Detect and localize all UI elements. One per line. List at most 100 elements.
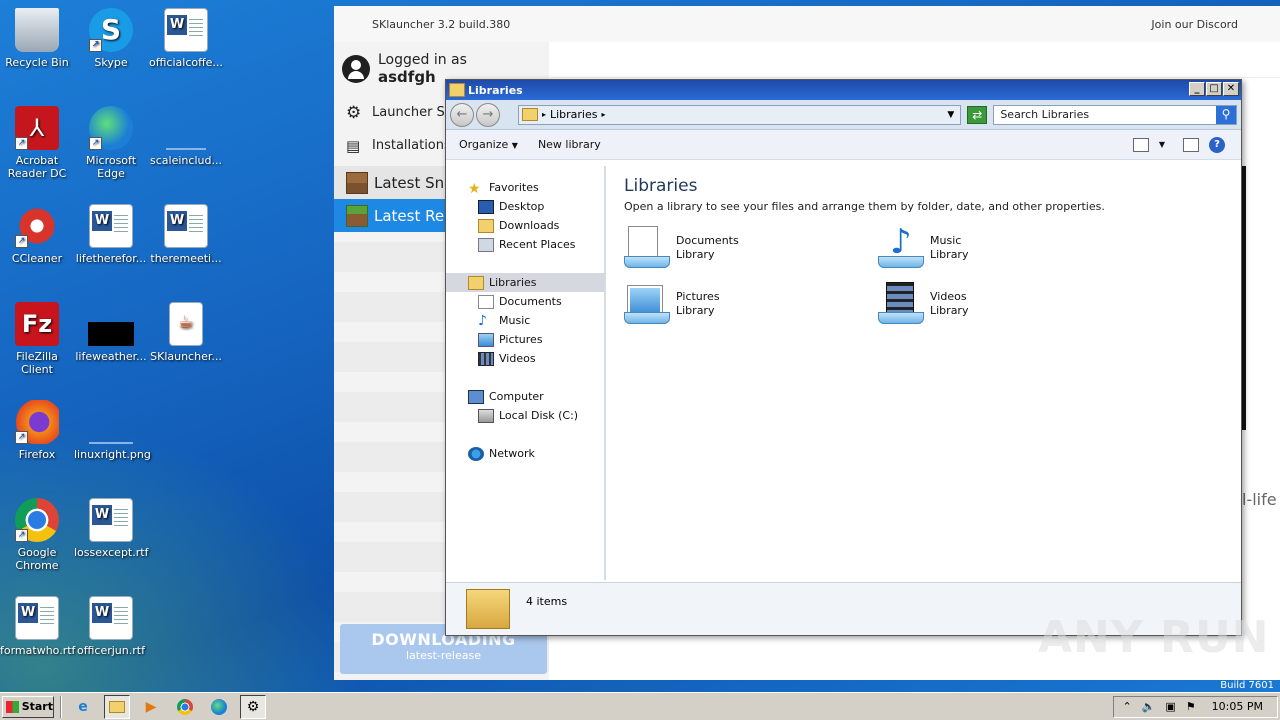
word-doc-icon	[164, 204, 208, 248]
nav-desktop[interactable]: Desktop	[446, 197, 604, 216]
clock[interactable]: 10:05 PM	[1212, 700, 1263, 713]
nav-documents[interactable]: Documents	[446, 292, 604, 311]
desktop-icon-filezilla[interactable]: Fz FileZilla Client	[0, 302, 74, 376]
desktop-icon-acrobat[interactable]: ⅄ ↗ Acrobat Reader DC	[0, 106, 74, 180]
desktop-icon-skype[interactable]: S ↗ Skype	[74, 8, 148, 69]
desktop-icon-lossexcept[interactable]: lossexcept.rtf	[74, 498, 148, 559]
library-documents[interactable]: Documents Library	[624, 226, 739, 270]
desktop-icon-chrome[interactable]: ↗ Google Chrome	[0, 498, 74, 572]
search-icon[interactable]: ⚲	[1216, 105, 1236, 124]
sklauncher-titlebar: SKlauncher 3.2 build.380 Join our Discor…	[334, 6, 1280, 42]
sidebar-item-label: Latest Rel	[374, 206, 449, 225]
desktop-icon-sklauncher[interactable]: ☕ SKlauncher...	[149, 302, 223, 363]
volume-icon[interactable]: 🔈	[1142, 700, 1156, 713]
recent-places-icon	[478, 237, 494, 252]
nav-videos[interactable]: Videos	[446, 349, 604, 368]
system-tray: ⌃ 🔈 ▣ ⚑ 10:05 PM	[1113, 695, 1278, 718]
forward-button[interactable]: →	[475, 102, 500, 127]
breadcrumb-arrow-icon: ▸	[541, 110, 546, 119]
logged-in-label: Logged in as	[378, 52, 467, 68]
internet-explorer-icon: e	[78, 698, 88, 715]
discord-link[interactable]: Join our Discord	[1151, 18, 1238, 31]
desktop-icon-formatwho[interactable]: formatwho.rtf	[0, 596, 75, 657]
taskbar: Start e ▶ ⚙ ⌃ 🔈 ▣ ⚑ 10:05 PM	[0, 692, 1280, 720]
library-pictures[interactable]: Pictures Library	[624, 282, 720, 326]
desktop-icon	[478, 199, 494, 214]
library-videos[interactable]: Videos Library	[878, 282, 968, 326]
music-icon: ♪	[478, 312, 487, 329]
refresh-button[interactable]: ⇄	[967, 105, 988, 124]
image-icon	[88, 322, 134, 346]
grass-block-icon	[346, 204, 368, 227]
breadcrumb[interactable]: Libraries	[550, 108, 598, 121]
show-hidden-icons-icon[interactable]: ⌃	[1122, 700, 1131, 713]
desktop-icon-linuxright[interactable]: linuxright.png	[74, 400, 151, 461]
nav-computer[interactable]: Computer	[446, 387, 604, 406]
taskbar-media-player[interactable]: ▶	[138, 695, 164, 719]
dirt-block-icon	[346, 171, 368, 194]
minimize-button[interactable]: _	[1189, 82, 1205, 96]
nav-pictures[interactable]: Pictures	[446, 330, 604, 349]
desktop-icon-scaleinclud[interactable]: scaleinclud...	[149, 106, 223, 167]
action-center-icon[interactable]: ⚑	[1186, 700, 1196, 713]
pictures-icon	[478, 332, 494, 347]
new-library-button[interactable]: New library	[538, 138, 601, 151]
skype-icon: S ↗	[89, 8, 133, 52]
search-input[interactable]: Search Libraries ⚲	[993, 104, 1237, 125]
desktop-icon-lifeweather[interactable]: lifeweather...	[74, 302, 148, 363]
start-button[interactable]: Start	[2, 695, 54, 718]
taskbar-sklauncher[interactable]: ⚙	[240, 694, 266, 719]
change-view-icon[interactable]	[1132, 137, 1149, 152]
desktop-icon-ccleaner[interactable]: ↗ CCleaner	[0, 204, 74, 265]
network-status-icon[interactable]: ▣	[1165, 700, 1175, 713]
nav-downloads[interactable]: Downloads	[446, 216, 604, 235]
folder-icon	[109, 700, 125, 713]
close-button[interactable]: ✕	[1223, 82, 1239, 96]
organize-button[interactable]: Organize ▼	[459, 138, 518, 151]
chevron-down-icon[interactable]: ▼	[947, 110, 954, 120]
back-button[interactable]: ←	[450, 102, 474, 127]
nav-libraries[interactable]: Libraries	[446, 273, 604, 292]
address-bar[interactable]: ▸ Libraries ▸ ▼	[517, 104, 962, 125]
nav-network[interactable]: Network	[446, 444, 604, 463]
network-icon	[468, 446, 484, 461]
maximize-button[interactable]: □	[1206, 82, 1222, 96]
file-icon	[166, 128, 206, 150]
library-music[interactable]: ♪ Music Library	[878, 222, 968, 270]
desktop-icon-officerjun[interactable]: officerjun.rtf	[74, 596, 148, 657]
nav-favorites[interactable]: ★ Favorites	[446, 178, 604, 197]
documents-library-icon	[624, 226, 670, 270]
explorer-titlebar[interactable]: Libraries _ □ ✕	[446, 80, 1241, 100]
edge-icon: ↗	[89, 106, 133, 150]
taskbar-explorer[interactable]	[104, 694, 130, 719]
computer-icon	[468, 389, 484, 404]
desktop-icon-lifetherefor[interactable]: lifetherefor...	[74, 204, 148, 265]
desktop-icon-edge[interactable]: ↗ Microsoft Edge	[74, 106, 148, 180]
hard-drive-icon	[478, 408, 494, 423]
chevron-down-icon[interactable]: ▼	[1159, 140, 1165, 149]
navigation-pane: ★ Favorites Desktop Downloads Recent Plac…	[446, 166, 606, 580]
page-description: Open a library to see your files and arr…	[624, 200, 1105, 213]
taskbar-ie[interactable]: e	[70, 695, 96, 719]
libraries-icon	[468, 275, 484, 290]
search-placeholder: Search Libraries	[1000, 108, 1090, 121]
nav-music[interactable]: ♪ Music	[446, 311, 604, 330]
taskbar-chrome[interactable]	[172, 695, 198, 719]
help-icon[interactable]: ?	[1209, 136, 1225, 153]
nav-recent-places[interactable]: Recent Places	[446, 235, 604, 254]
taskbar-edge[interactable]	[206, 695, 232, 719]
download-version: latest-release	[405, 649, 481, 662]
shortcut-arrow-icon: ↗	[15, 137, 28, 150]
desktop-icon-officialcoffe[interactable]: officialcoffe...	[149, 8, 223, 69]
desktop-icon-firefox[interactable]: ↗ Firefox	[0, 400, 74, 461]
preview-pane-icon[interactable]	[1183, 137, 1199, 152]
nav-local-disk[interactable]: Local Disk (C:)	[446, 406, 604, 425]
desktop-icon-theremeeti[interactable]: theremeeti...	[149, 204, 223, 265]
java-jar-icon: ☕	[169, 302, 203, 346]
sidebar-item-label: Latest Sna	[374, 173, 454, 192]
desktop-icon-recycle-bin[interactable]: Recycle Bin	[0, 8, 74, 69]
explorer-window: Libraries _ □ ✕ ← → ▸ Libraries ▸ ▼ ⇄ Se…	[445, 79, 1242, 636]
content-pane: Libraries Open a library to see your fil…	[608, 166, 1241, 580]
acrobat-icon: ⅄ ↗	[15, 106, 59, 150]
page-title: Libraries	[624, 176, 698, 196]
